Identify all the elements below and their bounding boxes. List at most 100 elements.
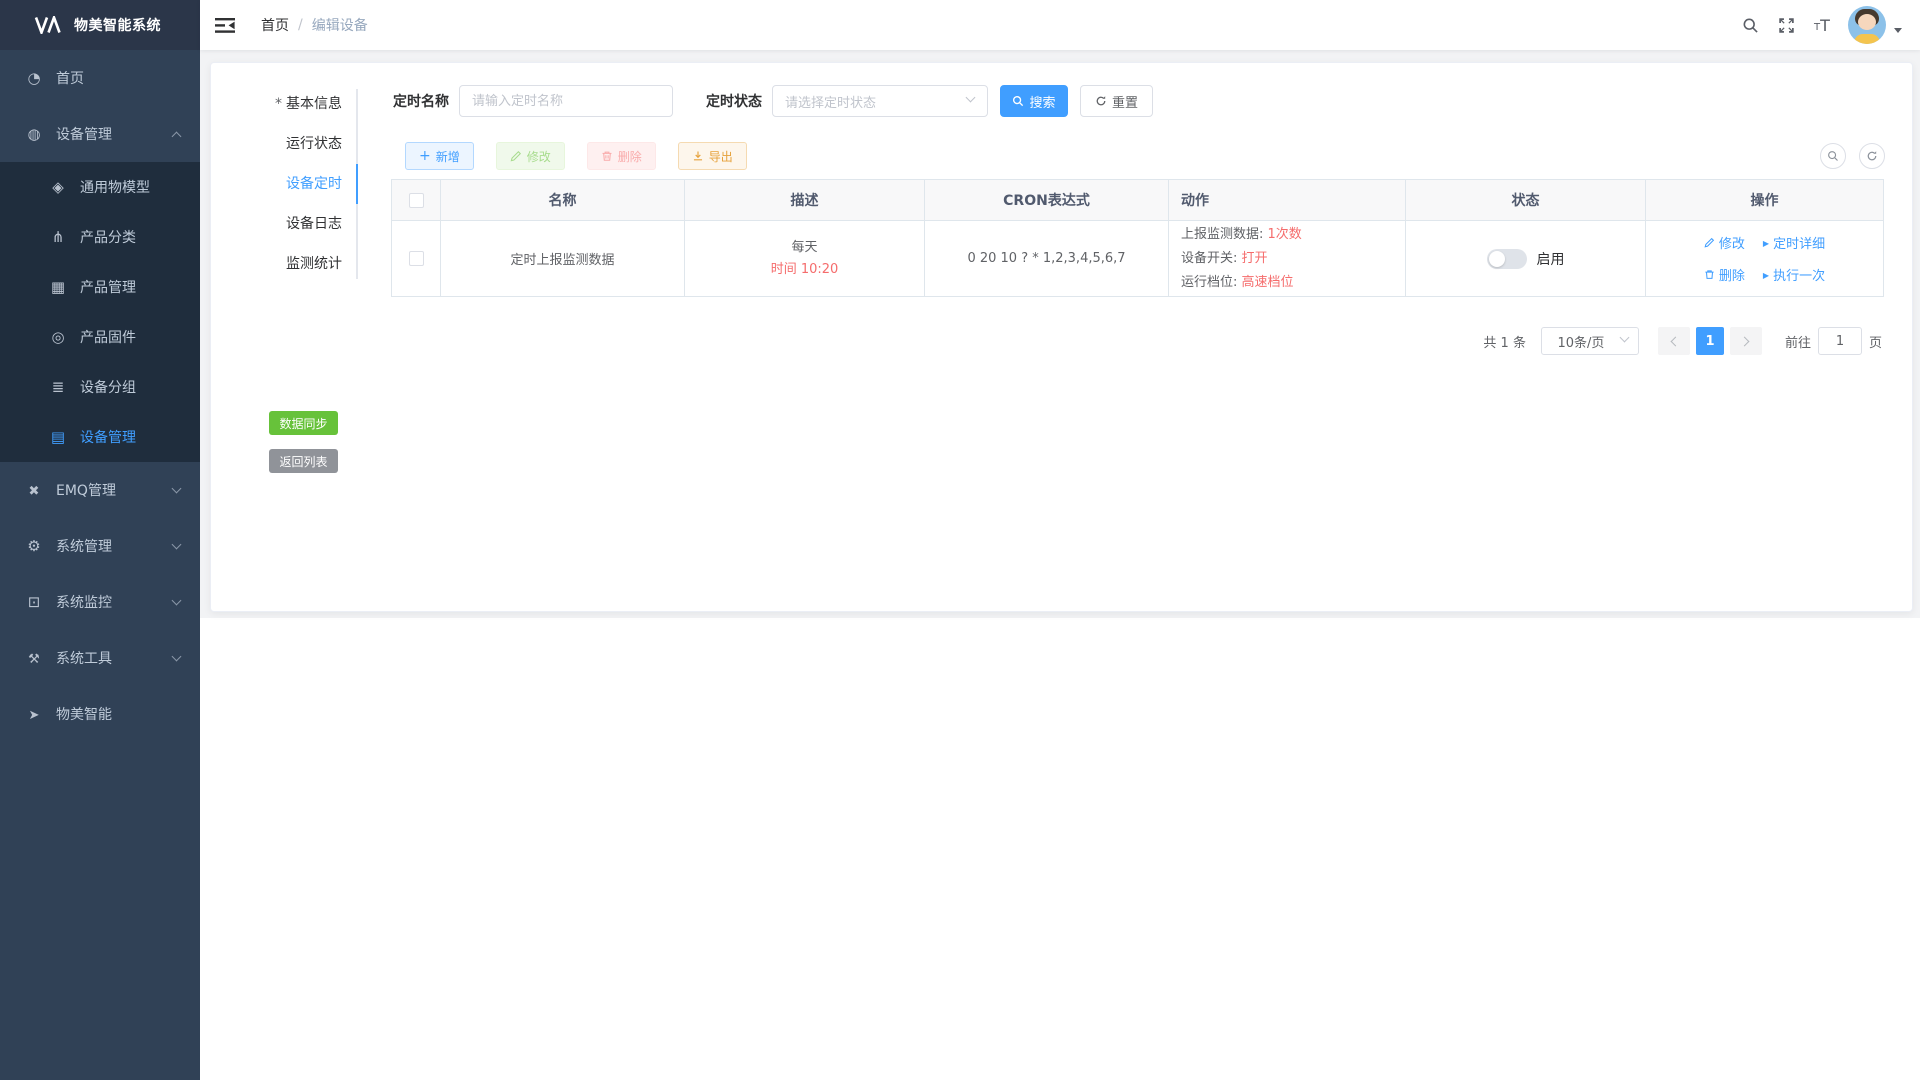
action-label: 运行档位: [1181, 275, 1237, 290]
sidebar-item-label: 系统监控 [56, 592, 112, 612]
workspace: *基本信息 运行状态 设备定时 设备日志 监测统计 数据同步 返回列表 [200, 50, 1920, 618]
grid-icon [46, 278, 70, 296]
tab-device-schedule[interactable]: 设备定时 [211, 164, 358, 204]
sidebar-item-label: 系统管理 [56, 536, 112, 556]
sidebar-item-system-management[interactable]: 系统管理 [0, 518, 200, 574]
breadcrumb: 首页 / 编辑设备 [261, 15, 368, 35]
tab-basic-info[interactable]: *基本信息 [211, 84, 358, 124]
cell-cron: 0 20 10 ? * 1,2,3,4,5,6,7 [925, 221, 1169, 296]
device-tabs: *基本信息 运行状态 设备定时 设备日志 监测统计 [211, 84, 358, 284]
export-button-label: 导出 [709, 148, 733, 165]
row-schedule-detail-link[interactable]: 定时详细 [1763, 233, 1825, 252]
toggle-search-button[interactable] [1820, 143, 1846, 169]
sidebar-item-home[interactable]: 首页 [0, 50, 200, 106]
breadcrumb-current: 编辑设备 [312, 15, 368, 35]
chevron-down-icon [172, 483, 182, 493]
status-toggle[interactable] [1487, 249, 1527, 269]
header-cron: CRON表达式 [925, 180, 1169, 220]
sidebar-fold-icon[interactable] [215, 17, 235, 34]
page-unit-label: 页 [1869, 332, 1882, 351]
sidebar-item-product-firmware[interactable]: 产品固件 [0, 312, 200, 362]
sidebar-item-product-management[interactable]: 产品管理 [0, 262, 200, 312]
font-size-icon[interactable] [1804, 0, 1840, 50]
cell-actions: 上报监测数据: 1次数 设备开关: 打开 运行档位: 高速档位 [1169, 221, 1406, 296]
cell-status: 启用 [1406, 221, 1646, 296]
tab-running-status[interactable]: 运行状态 [211, 124, 358, 164]
select-all-checkbox[interactable] [409, 193, 424, 208]
paper-plane-icon [22, 705, 46, 723]
sidebar-item-system-tools[interactable]: 系统工具 [0, 630, 200, 686]
tabs-active-indicator [356, 164, 358, 204]
tab-label: 设备日志 [286, 216, 342, 232]
avatar[interactable] [1848, 6, 1886, 44]
cell-operations: 修改 定时详细 删除 [1646, 221, 1883, 296]
tab-monitor-statistics[interactable]: 监测统计 [211, 244, 358, 284]
delete-button-label: 删除 [618, 148, 642, 165]
row-delete-link[interactable]: 删除 [1704, 265, 1745, 284]
search-icon[interactable] [1732, 0, 1768, 50]
row-checkbox-cell [392, 221, 441, 296]
action-value: 打开 [1242, 251, 1268, 266]
goto-page-input[interactable] [1818, 327, 1862, 355]
sidebar-item-wumei[interactable]: 物美智能 [0, 686, 200, 742]
schedule-status-select[interactable]: 请选择定时状态 [772, 85, 988, 117]
sidebar-item-label: 产品管理 [80, 277, 136, 297]
schedule-name-input[interactable] [459, 85, 673, 117]
sidebar-item-label: 系统工具 [56, 648, 112, 668]
data-sync-button[interactable]: 数据同步 [269, 411, 338, 435]
reset-button[interactable]: 重置 [1080, 85, 1153, 117]
sidebar-item-label: 设备管理 [80, 427, 136, 447]
sidebar: 物美智能系统 首页 设备管理 通用物模型 产品分类 产品管理 [0, 0, 200, 1080]
app-logo: 物美智能系统 [0, 0, 200, 50]
op-label: 修改 [1719, 233, 1745, 252]
list-icon [46, 378, 70, 396]
op-label: 执行一次 [1773, 265, 1825, 284]
sidebar-item-label: 通用物模型 [80, 177, 150, 197]
page-number-button[interactable]: 1 [1696, 327, 1724, 355]
sidebar-item-label: 产品分类 [80, 227, 136, 247]
action-label: 上报监测数据: [1181, 227, 1263, 242]
tab-device-log[interactable]: 设备日志 [211, 204, 358, 244]
refresh-table-button[interactable] [1859, 143, 1885, 169]
pencil-icon [510, 150, 522, 162]
select-placeholder: 请选择定时状态 [785, 92, 876, 111]
shuffle-icon [22, 481, 46, 499]
add-button[interactable]: 新增 [405, 142, 474, 170]
sidebar-item-product-category[interactable]: 产品分类 [0, 212, 200, 262]
export-button[interactable]: 导出 [678, 142, 747, 170]
trash-icon [601, 150, 613, 162]
row-run-once-link[interactable]: 执行一次 [1763, 265, 1825, 284]
sidebar-item-device-group[interactable]: 设备分组 [0, 362, 200, 412]
edit-button[interactable]: 修改 [496, 142, 565, 170]
devices-icon [22, 125, 46, 143]
status-label: 启用 [1537, 249, 1565, 269]
topbar-right [1732, 0, 1920, 50]
sidebar-item-device-management[interactable]: 设备管理 [0, 106, 200, 162]
desc-frequency: 每天 [791, 237, 817, 259]
add-button-label: 新增 [436, 148, 460, 165]
sidebar-item-emq-management[interactable]: EMQ管理 [0, 462, 200, 518]
monitor-icon [22, 593, 46, 611]
search-icon [1827, 150, 1839, 162]
next-page-button[interactable] [1730, 327, 1762, 355]
page-size-select[interactable]: 10条/页 [1541, 327, 1639, 355]
back-to-list-button[interactable]: 返回列表 [269, 449, 338, 473]
fullscreen-icon[interactable] [1768, 0, 1804, 50]
table-tools [1820, 143, 1885, 169]
chevron-down-icon [172, 595, 182, 605]
user-menu[interactable] [1848, 6, 1902, 44]
sidebar-item-label: 设备分组 [80, 377, 136, 397]
sidebar-item-system-monitor[interactable]: 系统监控 [0, 574, 200, 630]
prev-page-button[interactable] [1658, 327, 1690, 355]
sidebar-item-label: 产品固件 [80, 327, 136, 347]
search-button[interactable]: 搜索 [1000, 85, 1068, 117]
breadcrumb-home[interactable]: 首页 [261, 15, 289, 35]
row-edit-link[interactable]: 修改 [1704, 233, 1745, 252]
delete-button[interactable]: 删除 [587, 142, 656, 170]
tab-label: 基本信息 [286, 96, 342, 112]
caret-right-icon [1763, 235, 1769, 250]
sidebar-item-device-management-sub[interactable]: 设备管理 [0, 412, 200, 462]
sidebar-item-thing-model[interactable]: 通用物模型 [0, 162, 200, 212]
gear-icon [22, 537, 46, 555]
row-checkbox[interactable] [409, 251, 424, 266]
